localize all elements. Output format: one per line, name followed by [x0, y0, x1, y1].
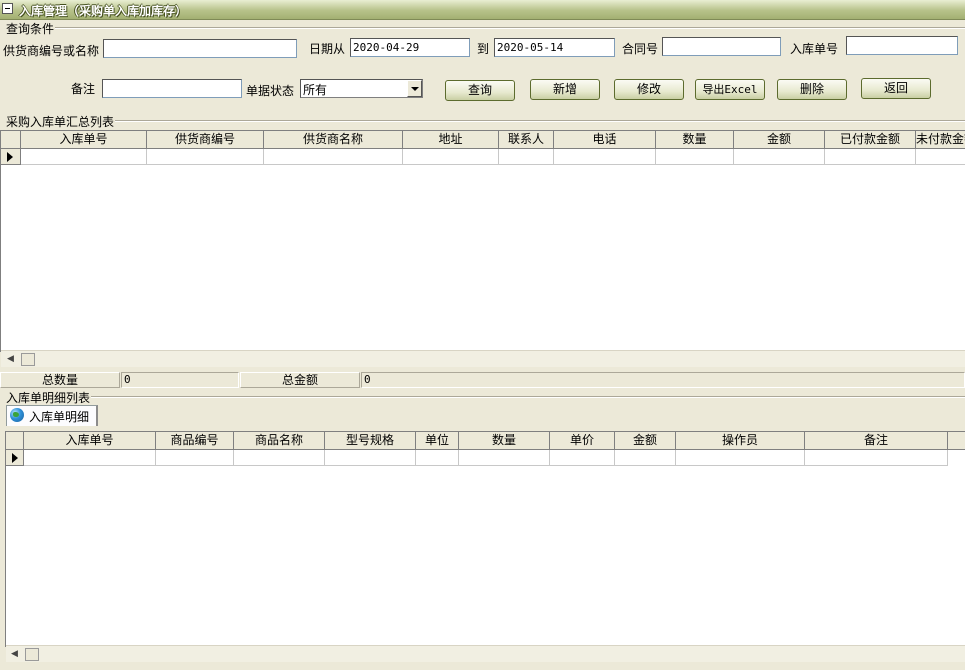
summary-col-quantity[interactable]: 数量 — [656, 131, 734, 149]
total-quantity-value: 0 — [121, 372, 239, 388]
summary-grid[interactable]: 入库单号 供货商编号 供货商名称 地址 联系人 电话 数量 金额 已付款金额 未… — [0, 130, 965, 352]
detail-cell[interactable] — [234, 450, 325, 466]
remark-input[interactable] — [102, 79, 242, 98]
scroll-thumb[interactable] — [21, 353, 35, 366]
detail-horizontal-scrollbar[interactable]: ◀ — [6, 645, 965, 662]
summary-col-amount[interactable]: 金额 — [734, 131, 825, 149]
summary-group-border — [114, 120, 965, 122]
globe-icon — [10, 408, 24, 422]
detail-col-unit[interactable]: 单位 — [416, 432, 459, 450]
summary-col-unpaid-amount[interactable]: 未付款金额 — [916, 131, 965, 149]
summary-cell[interactable] — [554, 149, 656, 165]
detail-cell[interactable] — [459, 450, 550, 466]
summary-col-supplier-code[interactable]: 供货商编号 — [147, 131, 264, 149]
total-quantity-label: 总数量 — [0, 372, 120, 388]
detail-col-amount[interactable]: 金额 — [615, 432, 676, 450]
total-amount-value: 0 — [361, 372, 965, 388]
detail-cell[interactable] — [805, 450, 948, 466]
date-to-label: 到 — [477, 42, 490, 56]
summary-group-title: 采购入库单汇总列表 — [6, 113, 116, 130]
window-title-bar: 入库管理（采购单入库加库存） — [0, 0, 965, 20]
summary-grid-corner — [1, 131, 21, 149]
query-button[interactable]: 查询 — [445, 80, 515, 101]
back-button[interactable]: 返回 — [861, 78, 931, 99]
summary-col-address[interactable]: 地址 — [403, 131, 499, 149]
detail-cell[interactable] — [325, 450, 416, 466]
tab-inbound-detail-label: 入库单明细 — [29, 410, 90, 424]
detail-cell[interactable] — [550, 450, 615, 466]
detail-grid-corner — [6, 432, 24, 450]
summary-col-contact[interactable]: 联系人 — [499, 131, 554, 149]
export-excel-button[interactable]: 导出Excel — [695, 79, 765, 100]
summary-col-supplier-name[interactable]: 供货商名称 — [264, 131, 403, 149]
detail-group-border — [90, 396, 965, 398]
detail-col-product-name[interactable]: 商品名称 — [234, 432, 325, 450]
detail-col-quantity[interactable]: 数量 — [459, 432, 550, 450]
detail-col-model-spec[interactable]: 型号规格 — [325, 432, 416, 450]
summary-col-inbound-no[interactable]: 入库单号 — [21, 131, 147, 149]
window-title: 入库管理（采购单入库加库存） — [19, 4, 188, 18]
summary-cell[interactable] — [147, 149, 264, 165]
summary-horizontal-scrollbar[interactable]: ◀ — [1, 350, 965, 367]
summary-cell[interactable] — [499, 149, 554, 165]
status-select[interactable]: 所有 — [300, 79, 423, 98]
detail-col-remark[interactable]: 备注 — [805, 432, 948, 450]
summary-cell[interactable] — [916, 149, 965, 165]
summary-cell[interactable] — [825, 149, 916, 165]
scroll-left-arrow-icon[interactable]: ◀ — [7, 353, 14, 366]
detail-col-filler — [948, 432, 965, 450]
inbound-no-label: 入库单号 — [790, 42, 839, 56]
summary-cell[interactable] — [264, 149, 403, 165]
remark-label: 备注 — [71, 82, 96, 96]
detail-col-inbound-no[interactable]: 入库单号 — [24, 432, 156, 450]
summary-cell[interactable] — [656, 149, 734, 165]
row-pointer-icon[interactable] — [6, 450, 24, 466]
query-group-title: 查询条件 — [6, 20, 56, 37]
summary-cell[interactable] — [21, 149, 147, 165]
detail-grid[interactable]: 入库单号 商品编号 商品名称 型号规格 单位 数量 单价 金额 操作员 备注 — [5, 431, 965, 647]
contract-label: 合同号 — [622, 42, 659, 56]
dropdown-arrow-icon[interactable] — [407, 80, 422, 97]
detail-group-title: 入库单明细列表 — [6, 389, 92, 406]
total-amount-label: 总金额 — [240, 372, 360, 388]
detail-cell[interactable] — [676, 450, 805, 466]
summary-col-phone[interactable]: 电话 — [554, 131, 656, 149]
delete-button[interactable]: 删除 — [777, 79, 847, 100]
scroll-thumb[interactable] — [25, 648, 39, 661]
supplier-label: 供货商编号或名称 — [3, 44, 100, 58]
window-menu-icon[interactable] — [2, 3, 13, 14]
tab-inbound-detail[interactable]: 入库单明细 — [6, 405, 98, 426]
edit-button[interactable]: 修改 — [614, 79, 684, 100]
inbound-no-input[interactable] — [846, 36, 958, 55]
date-from-input[interactable]: 2020-04-29 — [350, 38, 470, 57]
summary-cell[interactable] — [403, 149, 499, 165]
status-select-value: 所有 — [303, 83, 328, 97]
detail-cell[interactable] — [156, 450, 234, 466]
date-from-label: 日期从 — [309, 42, 346, 56]
status-label: 单据状态 — [246, 84, 295, 98]
summary-cell[interactable] — [734, 149, 825, 165]
date-to-input[interactable]: 2020-05-14 — [494, 38, 615, 57]
detail-cell[interactable] — [615, 450, 676, 466]
summary-col-paid-amount[interactable]: 已付款金额 — [825, 131, 916, 149]
detail-col-product-code[interactable]: 商品编号 — [156, 432, 234, 450]
detail-cell[interactable] — [24, 450, 156, 466]
detail-cell[interactable] — [416, 450, 459, 466]
supplier-input[interactable] — [103, 39, 297, 58]
detail-col-unit-price[interactable]: 单价 — [550, 432, 615, 450]
detail-col-operator[interactable]: 操作员 — [676, 432, 805, 450]
query-group-border — [54, 27, 965, 29]
add-button[interactable]: 新增 — [530, 79, 600, 100]
scroll-left-arrow-icon[interactable]: ◀ — [11, 648, 18, 661]
row-pointer-icon[interactable] — [1, 149, 21, 165]
contract-input[interactable] — [662, 37, 781, 56]
